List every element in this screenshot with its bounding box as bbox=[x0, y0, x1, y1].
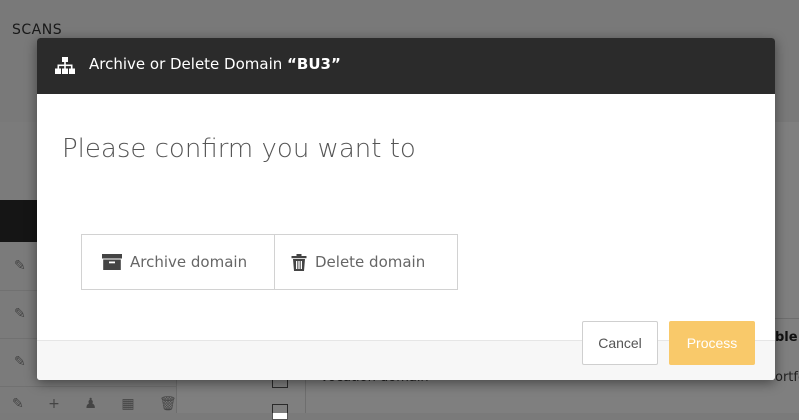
dialog-header: Archive or Delete Domain “BU3” bbox=[37, 38, 775, 94]
delete-domain-button[interactable]: Delete domain bbox=[275, 235, 457, 289]
dialog-title: Archive or Delete Domain “BU3” bbox=[89, 55, 341, 73]
dialog-domain-name: “BU3” bbox=[287, 55, 341, 73]
dialog-body: Please confirm you want to Archive domai… bbox=[37, 94, 775, 341]
archive-domain-label: Archive domain bbox=[130, 253, 248, 271]
trash-icon bbox=[291, 253, 307, 271]
archive-delete-dialog: Archive or Delete Domain “BU3” Please co… bbox=[37, 38, 775, 380]
process-button[interactable]: Process bbox=[669, 321, 755, 365]
dialog-title-text: Archive or Delete Domain bbox=[89, 55, 283, 73]
archive-domain-button[interactable]: Archive domain bbox=[82, 235, 275, 289]
archive-box-icon bbox=[102, 254, 122, 270]
delete-domain-label: Delete domain bbox=[315, 253, 426, 271]
sitemap-icon bbox=[55, 57, 75, 74]
action-choice-group: Archive domain Delete domain bbox=[81, 234, 458, 290]
cancel-button[interactable]: Cancel bbox=[582, 321, 658, 365]
dialog-footer bbox=[37, 341, 775, 380]
confirm-prompt: Please confirm you want to bbox=[62, 134, 416, 164]
